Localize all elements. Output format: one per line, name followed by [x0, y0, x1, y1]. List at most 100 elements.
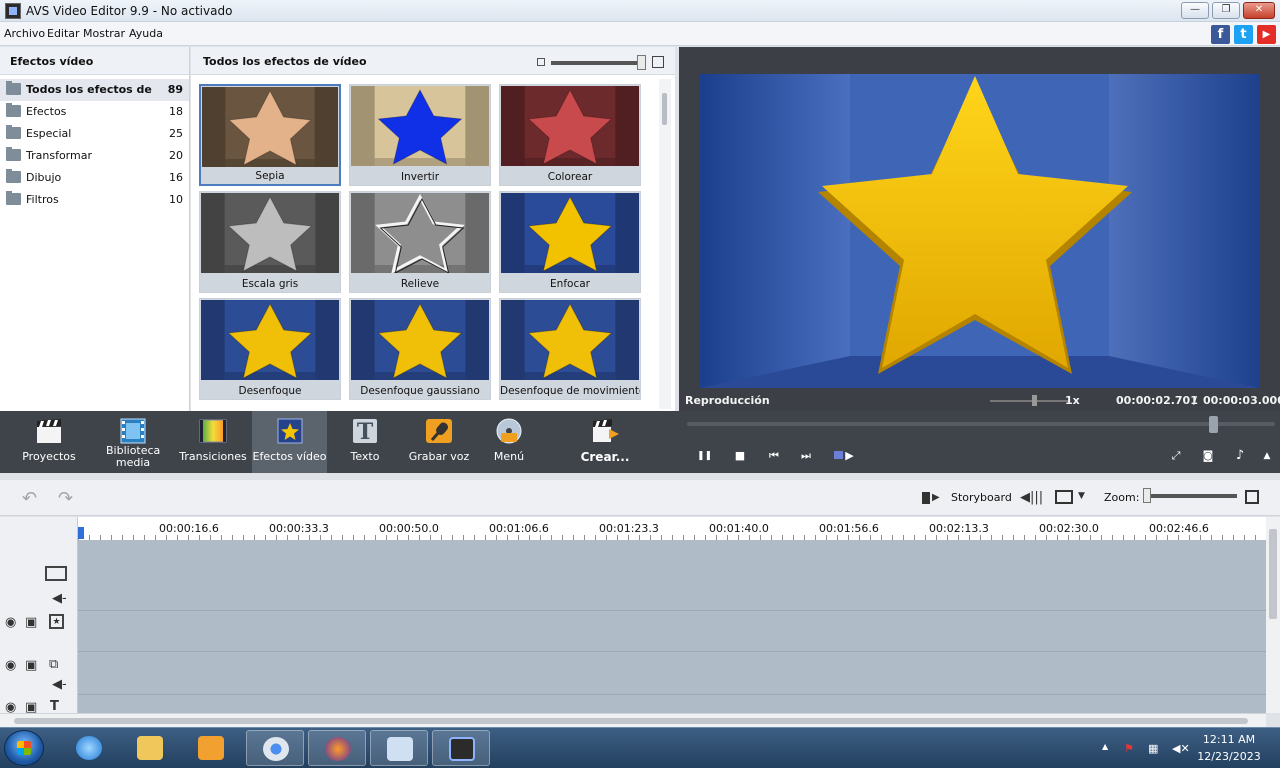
close-button[interactable]: ✕: [1243, 2, 1275, 19]
lock-icon[interactable]: ▣: [25, 615, 37, 630]
folder-icon: [137, 736, 163, 760]
effects-scrollbar[interactable]: [659, 79, 671, 409]
taskbar-firefox[interactable]: [308, 730, 366, 766]
media-library-button[interactable]: Biblioteca media: [98, 411, 168, 473]
storyboard-icon[interactable]: [922, 492, 930, 504]
next-frame-button[interactable]: ⏭: [799, 449, 813, 463]
restore-button[interactable]: ❐: [1212, 2, 1240, 19]
clock-time[interactable]: 12:11 AM: [1194, 733, 1264, 746]
category-item[interactable]: Filtros 10: [0, 189, 189, 211]
snapshot-icon[interactable]: ◙: [1201, 449, 1215, 463]
stop-button[interactable]: ■: [733, 449, 747, 463]
taskbar-media-player[interactable]: [182, 730, 240, 766]
redo-icon[interactable]: ↷: [58, 488, 80, 509]
zoom-slider[interactable]: [1146, 494, 1237, 498]
playhead-marker[interactable]: [78, 527, 84, 539]
category-item[interactable]: Efectos 18: [0, 101, 189, 123]
projects-label: Proyectos: [22, 450, 76, 463]
projects-button[interactable]: Proyectos: [14, 411, 84, 473]
fullscreen-icon[interactable]: ⤢: [1169, 449, 1183, 463]
effect-tile[interactable]: Colorear: [499, 84, 641, 186]
lock-icon-2[interactable]: ▣: [25, 658, 37, 673]
audio-mixer-icon[interactable]: ◀|||: [1020, 490, 1043, 505]
category-count: 20: [169, 149, 183, 162]
timeline-horizontal-scrollbar[interactable]: [0, 713, 1266, 727]
taskbar-chrome[interactable]: [246, 730, 304, 766]
text-track-icon: T: [50, 699, 59, 714]
effect-tile[interactable]: Enfocar: [499, 191, 641, 293]
speed-slider[interactable]: [990, 400, 1070, 402]
timeline-vscroll-thumb[interactable]: [1269, 529, 1277, 619]
effect-thumbnail: [351, 300, 489, 380]
ruler-time-label: 00:02:46.6: [1149, 522, 1209, 535]
visibility-eye-icon[interactable]: ◉: [5, 615, 16, 630]
menu-ayuda[interactable]: Ayuda: [129, 27, 163, 40]
effect-tile[interactable]: Sepia: [199, 84, 341, 186]
seek-bar-thumb[interactable]: [1209, 416, 1218, 433]
volume-muted-icon[interactable]: ◀✕: [1172, 742, 1190, 756]
previous-frame-button[interactable]: ⏮: [767, 449, 781, 463]
display-icon[interactable]: [1055, 490, 1073, 504]
create-button[interactable]: Crear...: [570, 411, 640, 473]
effect-tile[interactable]: Desenfoque de movimiento: [499, 298, 641, 400]
menu-archivo[interactable]: Archivo: [4, 27, 45, 40]
taskbar-internet-explorer[interactable]: [60, 730, 118, 766]
record-voice-button[interactable]: Grabar voz: [404, 411, 474, 473]
tray-expand-icon[interactable]: ▲: [1102, 742, 1116, 756]
effect-tile[interactable]: Invertir: [349, 84, 491, 186]
category-item[interactable]: Especial 25: [0, 123, 189, 145]
effect-tile[interactable]: Desenfoque gaussiano: [349, 298, 491, 400]
play-frame-button[interactable]: ▶: [833, 449, 855, 463]
video-effects-button[interactable]: Efectos vídeo: [252, 411, 327, 473]
network-icon[interactable]: ▦: [1148, 742, 1162, 756]
taskbar-avs-video-editor[interactable]: [432, 730, 490, 766]
undo-icon[interactable]: ↶: [22, 488, 44, 509]
action-center-icon[interactable]: ⚑: [1124, 742, 1138, 756]
avs-editor-icon: [449, 737, 475, 761]
mute-icon-2[interactable]: ◀-: [52, 677, 67, 692]
visibility-eye-icon-2[interactable]: ◉: [5, 658, 16, 673]
twitter-icon[interactable]: t: [1234, 25, 1253, 44]
timeline-tracks[interactable]: [78, 541, 1266, 713]
expand-up-icon[interactable]: ▲: [1260, 449, 1274, 463]
text-button[interactable]: T Texto: [335, 411, 395, 473]
transitions-button[interactable]: Transiciones: [178, 411, 248, 473]
category-item[interactable]: Dibujo 16: [0, 167, 189, 189]
thumbnail-size-slider[interactable]: [551, 61, 645, 65]
speed-slider-thumb[interactable]: [1032, 395, 1037, 406]
effect-tile[interactable]: Relieve: [349, 191, 491, 293]
thumbnail-size-small-icon[interactable]: [537, 58, 545, 66]
menu-mostrar[interactable]: Mostrar: [83, 27, 125, 40]
menu-button[interactable]: Menú: [484, 411, 534, 473]
zoom-slider-thumb[interactable]: [1143, 488, 1151, 503]
facebook-icon[interactable]: f: [1211, 25, 1230, 44]
folder-icon: [6, 103, 21, 117]
category-item[interactable]: Todos los efectos de... 89: [0, 79, 189, 101]
youtube-icon[interactable]: ▶: [1257, 25, 1276, 44]
timeline-vertical-scrollbar[interactable]: [1266, 517, 1280, 713]
volume-icon[interactable]: ♪: [1233, 449, 1247, 463]
thumbnail-size-large-icon[interactable]: [652, 56, 664, 68]
taskbar-file-explorer[interactable]: [121, 730, 179, 766]
category-item[interactable]: Transformar 20: [0, 145, 189, 167]
effect-tile[interactable]: Desenfoque: [199, 298, 341, 400]
effect-tile[interactable]: Escala gris: [199, 191, 341, 293]
effects-scrollbar-thumb[interactable]: [662, 93, 667, 125]
start-button[interactable]: [4, 730, 44, 766]
svg-text:T: T: [357, 419, 374, 445]
timeline-ruler[interactable]: 00:00:16.6 00:00:33.3 00:00:50.0 00:01:06.6…: [78, 517, 1268, 541]
fit-timeline-icon[interactable]: [1245, 490, 1259, 504]
storyboard-button[interactable]: Storyboard: [951, 491, 1012, 504]
seek-bar[interactable]: [687, 422, 1275, 426]
minimize-button[interactable]: —: [1181, 2, 1209, 19]
taskbar-on-screen-keyboard[interactable]: [370, 730, 428, 766]
chevron-down-icon[interactable]: ▼: [1078, 491, 1085, 501]
ruler-time-label: 00:02:13.3: [929, 522, 989, 535]
ruler-time-label: 00:02:30.0: [1039, 522, 1099, 535]
thumbnail-size-slider-thumb[interactable]: [637, 55, 646, 70]
clock-date[interactable]: 12/23/2023: [1194, 750, 1264, 763]
pause-button[interactable]: ❚❚: [697, 449, 712, 463]
menu-editar[interactable]: Editar: [47, 27, 80, 40]
timeline-hscroll-thumb[interactable]: [14, 718, 1248, 724]
mute-icon[interactable]: ◀-: [52, 591, 67, 606]
